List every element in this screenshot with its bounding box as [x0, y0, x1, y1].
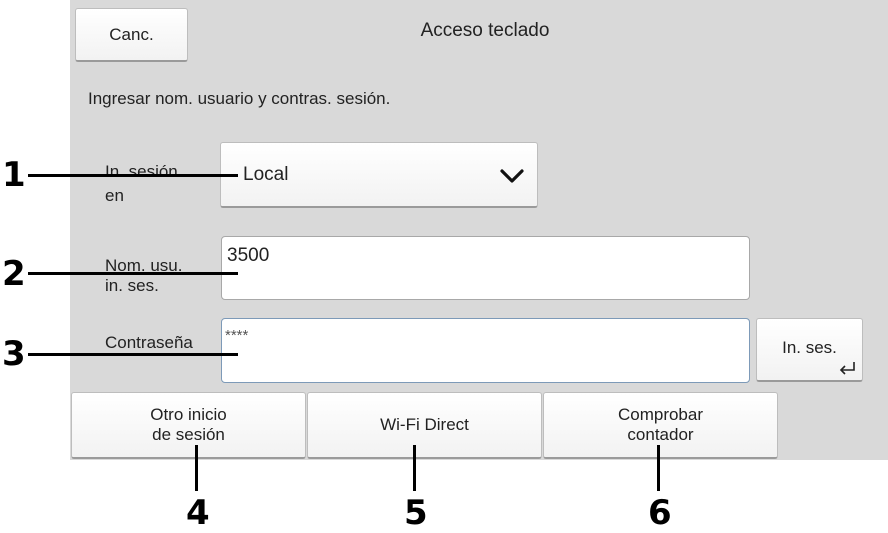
callout-5-number: 5	[404, 493, 428, 533]
password-value: ****	[225, 327, 249, 344]
callout-1-number: 1	[2, 155, 26, 195]
check-counter-label-line1: Comprobar	[617, 405, 704, 424]
wifi-direct-button[interactable]: Wi-Fi Direct	[307, 392, 542, 459]
callout-6-line	[657, 445, 660, 491]
callout-4-line	[195, 445, 198, 491]
login-panel	[70, 0, 888, 460]
callout-2-line	[28, 272, 238, 275]
username-label: Nom. usu. in. ses.	[105, 256, 182, 296]
other-login-label-line2: de sesión	[152, 425, 225, 444]
callout-1-line	[28, 174, 238, 177]
username-field[interactable]: 3500	[221, 236, 750, 300]
chevron-down-icon	[500, 169, 524, 183]
callout-6-number: 6	[648, 493, 672, 533]
login-button[interactable]: In. ses.	[756, 318, 863, 382]
login-button-label: In. ses.	[782, 337, 837, 357]
callout-4-number: 4	[186, 493, 210, 533]
login-to-selected: Local	[243, 163, 289, 185]
callout-3-number: 3	[2, 334, 26, 374]
other-login-button[interactable]: Otro inicio de sesión	[71, 392, 306, 459]
check-counter-label-line2: contador	[627, 425, 694, 444]
callout-5-line	[413, 445, 416, 491]
password-field[interactable]: ****	[221, 318, 750, 383]
check-counter-button[interactable]: Comprobar contador	[543, 392, 778, 459]
login-to-label-line1: In. sesión	[105, 162, 178, 181]
login-to-label: In. sesión en	[105, 162, 178, 206]
login-to-dropdown[interactable]: Local	[220, 142, 538, 208]
username-label-line2: in. ses.	[105, 276, 159, 295]
other-login-label-line1: Otro inicio	[150, 405, 227, 424]
callout-3-line	[28, 353, 238, 356]
password-label: Contraseña	[105, 333, 193, 352]
enter-icon	[839, 362, 855, 375]
login-to-label-line2: en	[105, 186, 124, 205]
callout-2-number: 2	[2, 254, 26, 294]
instruction-text: Ingresar nom. usuario y contras. sesión.	[88, 89, 391, 108]
cancel-button[interactable]: Canc.	[75, 8, 188, 62]
page-title: Acceso teclado	[420, 20, 550, 41]
username-value: 3500	[227, 245, 270, 266]
